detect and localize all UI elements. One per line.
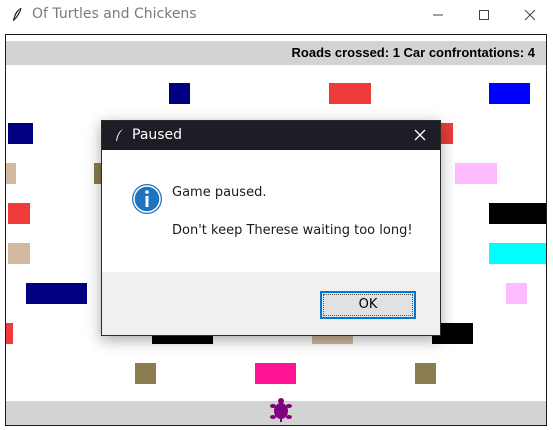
turtle-player <box>270 398 292 422</box>
feather-icon <box>116 129 123 141</box>
car <box>329 83 371 104</box>
maximize-button[interactable] <box>461 0 507 30</box>
window-titlebar: Of Turtles and Chickens <box>0 0 553 30</box>
info-icon <box>132 184 162 214</box>
dialog-close-button[interactable] <box>400 121 440 150</box>
car <box>8 123 33 144</box>
dialog-title: Paused <box>132 127 183 143</box>
car <box>255 363 296 384</box>
car <box>506 283 527 304</box>
car <box>169 83 190 104</box>
close-button[interactable] <box>507 0 553 30</box>
car <box>6 163 16 184</box>
dialog-titlebar: Paused <box>102 121 440 150</box>
pause-dialog: Paused Game paused. Don't keep Therese w… <box>101 120 441 336</box>
car <box>26 283 87 304</box>
car <box>6 323 13 344</box>
score-text: Roads crossed: 1 Car confrontations: 4 <box>291 45 535 60</box>
dialog-body: Game paused. Don't keep Therese waiting … <box>102 150 440 272</box>
maximize-icon <box>479 10 489 20</box>
car <box>455 163 497 184</box>
car <box>415 363 436 384</box>
car <box>489 243 546 264</box>
dialog-message-line2: Don't keep Therese waiting too long! <box>172 223 413 238</box>
ok-button[interactable]: OK <box>320 291 416 319</box>
minimize-button[interactable] <box>415 0 461 30</box>
dialog-message-line1: Game paused. <box>172 185 267 200</box>
minimize-icon <box>433 14 443 16</box>
close-icon <box>414 129 426 141</box>
car <box>8 243 30 264</box>
car <box>135 363 156 384</box>
close-icon <box>524 9 536 21</box>
car <box>489 203 546 224</box>
feather-icon <box>13 7 22 21</box>
car <box>489 83 530 104</box>
score-bar: Roads crossed: 1 Car confrontations: 4 <box>6 41 546 65</box>
car <box>8 203 30 224</box>
window-title: Of Turtles and Chickens <box>32 6 197 22</box>
